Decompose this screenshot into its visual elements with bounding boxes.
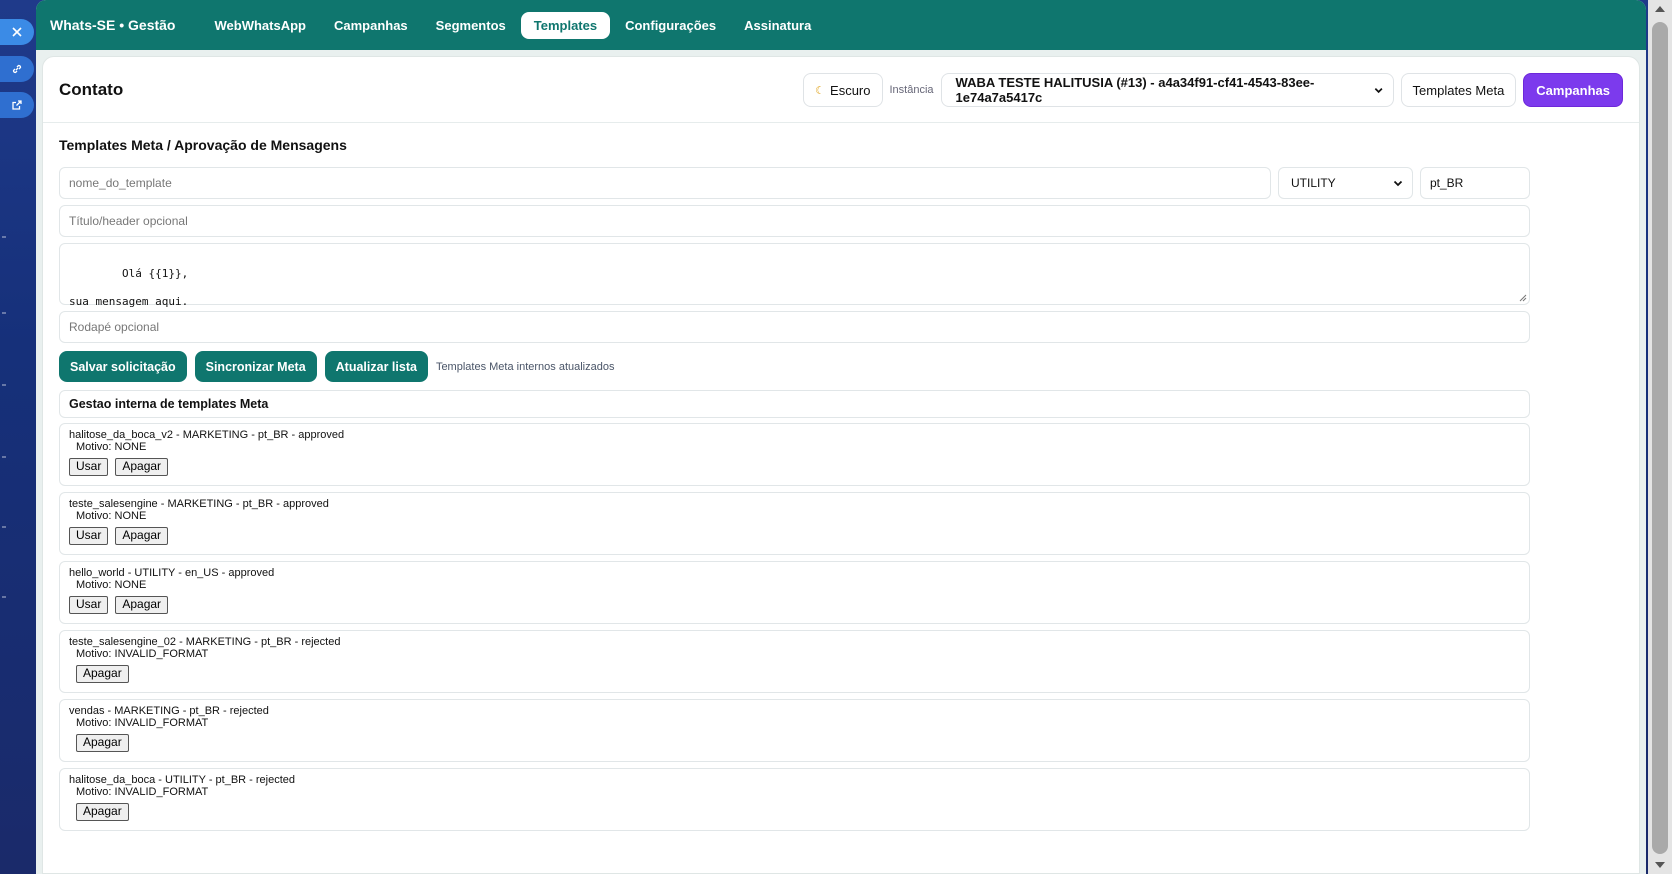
delete-template-button[interactable]: Apagar [76, 665, 129, 683]
category-select[interactable]: UTILITY [1278, 167, 1413, 199]
scrollbar-thumb[interactable] [1652, 22, 1668, 854]
template-summary: vendas - MARKETING - pt_BR - rejected [69, 705, 269, 717]
template-summary: teste_salesengine_02 - MARKETING - pt_BR… [69, 636, 341, 648]
instance-select-value: WABA TESTE HALITUSIA (#13) - a4a34f91-cf… [955, 75, 1315, 105]
scroll-up-icon[interactable] [1655, 6, 1665, 12]
status-message: Templates Meta internos atualizados [435, 360, 615, 373]
template-summary: hello_world - UTILITY - en_US - approved [69, 567, 275, 579]
template-name-input[interactable]: nome_do_template [59, 167, 1271, 199]
instance-select[interactable]: WABA TESTE HALITUSIA (#13) - a4a34f91-cf… [940, 73, 1394, 107]
list-item: teste_salesengine - MARKETING - pt_BR - … [59, 492, 1530, 555]
external-link-icon [12, 100, 22, 110]
nav-segmentos[interactable]: Segmentos [423, 12, 519, 39]
nav-campanhas[interactable]: Campanhas [321, 12, 421, 39]
decorative-mark [2, 596, 6, 598]
refresh-list-button[interactable]: Atualizar lista [324, 351, 428, 382]
sync-meta-button[interactable]: Sincronizar Meta [194, 351, 317, 382]
page-header: Contato ☾ Escuro Instância WABA TESTE HA… [43, 57, 1639, 123]
templates-list-title: Gestao interna de templates Meta [59, 390, 1530, 418]
close-icon [12, 27, 22, 37]
templates-content: Templates Meta / Aprovação de Mensagens … [43, 123, 1639, 831]
link-button[interactable] [0, 56, 34, 82]
link-icon [12, 64, 22, 74]
decorative-mark [2, 384, 6, 386]
campanhas-button[interactable]: Campanhas [1523, 73, 1623, 107]
templates-list: halitose_da_boca_v2 - MARKETING - pt_BR … [59, 423, 1530, 831]
list-item: halitose_da_boca - UTILITY - pt_BR - rej… [59, 768, 1530, 831]
template-summary: halitose_da_boca_v2 - MARKETING - pt_BR … [69, 429, 345, 441]
template-summary: halitose_da_boca - UTILITY - pt_BR - rej… [69, 774, 296, 786]
use-template-button[interactable]: Usar [69, 458, 109, 476]
scroll-down-icon[interactable] [1655, 862, 1665, 868]
decorative-mark [2, 526, 6, 528]
template-reason: Motivo: INVALID_FORMAT [76, 647, 209, 660]
form-actions: Salvar solicitação Sincronizar Meta Atua… [59, 351, 1623, 382]
delete-template-button[interactable]: Apagar [115, 458, 169, 476]
list-item: teste_salesengine_02 - MARKETING - pt_BR… [59, 630, 1530, 693]
nav-assinatura[interactable]: Assinatura [731, 12, 824, 39]
templates-meta-button[interactable]: Templates Meta [1400, 73, 1517, 107]
section-title: Templates Meta / Aprovação de Mensagens [59, 137, 347, 153]
theme-toggle-button[interactable]: ☾ Escuro [803, 73, 883, 107]
category-select-value: UTILITY [1291, 176, 1336, 190]
decorative-mark [2, 312, 6, 314]
save-request-button[interactable]: Salvar solicitação [59, 351, 187, 382]
delete-template-button[interactable]: Apagar [76, 803, 129, 821]
top-navigation: Whats-SE • Gestão WebWhatsApp Campanhas … [36, 0, 1646, 50]
delete-template-button[interactable]: Apagar [115, 527, 169, 545]
list-item: hello_world - UTILITY - en_US - approved… [59, 561, 1530, 624]
open-external-button[interactable] [0, 92, 34, 118]
language-input[interactable]: pt_BR [1420, 167, 1530, 199]
use-template-button[interactable]: Usar [69, 527, 109, 545]
template-reason: Motivo: NONE [76, 440, 147, 453]
template-reason: Motivo: INVALID_FORMAT [76, 785, 209, 798]
template-reason: Motivo: NONE [76, 578, 147, 591]
list-item: halitose_da_boca_v2 - MARKETING - pt_BR … [59, 423, 1530, 486]
nav-configuracoes[interactable]: Configurações [612, 12, 729, 39]
header-controls: ☾ Escuro Instância WABA TESTE HALITUSIA … [803, 73, 1623, 107]
left-floating-toolbar [0, 0, 36, 874]
list-item: vendas - MARKETING - pt_BR - rejected Mo… [59, 699, 1530, 762]
header-input[interactable]: Título/header opcional [59, 205, 1530, 237]
chevron-down-icon [1375, 87, 1383, 94]
close-panel-button[interactable] [0, 19, 34, 45]
main-panel: Contato ☾ Escuro Instância WABA TESTE HA… [42, 56, 1640, 874]
decorative-mark [2, 236, 6, 238]
decorative-mark [2, 456, 6, 458]
delete-template-button[interactable]: Apagar [115, 596, 169, 614]
theme-toggle-label: Escuro [830, 82, 871, 98]
nav-templates[interactable]: Templates [520, 11, 611, 39]
app-window: Whats-SE • Gestão WebWhatsApp Campanhas … [36, 0, 1646, 874]
message-body-text: Olá {{1}}, sua mensagem aqui. [69, 267, 189, 308]
chevron-down-icon [1393, 180, 1403, 187]
resize-grip-icon[interactable] [1519, 294, 1527, 302]
page-title: Contato [59, 79, 124, 99]
instance-label: Instância [889, 84, 934, 96]
message-body-textarea[interactable]: Olá {{1}}, sua mensagem aqui. [59, 243, 1530, 308]
nav-webwhatsapp[interactable]: WebWhatsApp [201, 12, 318, 39]
template-reason: Motivo: NONE [76, 509, 147, 522]
page-scrollbar[interactable] [1648, 0, 1672, 874]
brand-title: Whats-SE • Gestão [50, 17, 176, 33]
footer-input[interactable]: Rodapé opcional [59, 311, 1530, 343]
delete-template-button[interactable]: Apagar [76, 734, 129, 752]
moon-icon: ☾ [815, 84, 826, 97]
use-template-button[interactable]: Usar [69, 596, 109, 614]
template-summary: teste_salesengine - MARKETING - pt_BR - … [69, 498, 329, 510]
template-reason: Motivo: INVALID_FORMAT [76, 716, 209, 729]
